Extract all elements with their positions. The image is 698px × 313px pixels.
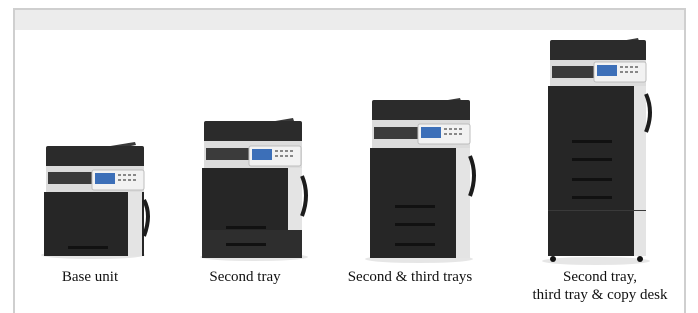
- copier-second-tray: [200, 118, 308, 261]
- caption-base-unit: Base unit: [61, 269, 119, 285]
- copier-second-third-trays: [365, 98, 476, 263]
- caption-copy-desk: Second tray, third tray & copy desk: [520, 268, 680, 304]
- caption-second-tray: Second tray: [209, 269, 281, 285]
- copier-base-unit: [41, 142, 150, 259]
- copier-illustrations: [41, 38, 652, 265]
- caption-copy-desk-line2: third tray & copy desk: [532, 287, 668, 303]
- caption-second-third-trays: Second & third trays: [347, 269, 473, 285]
- caption-copy-desk-line1: Second tray,: [562, 269, 637, 285]
- copier-with-copy-desk: [542, 38, 652, 265]
